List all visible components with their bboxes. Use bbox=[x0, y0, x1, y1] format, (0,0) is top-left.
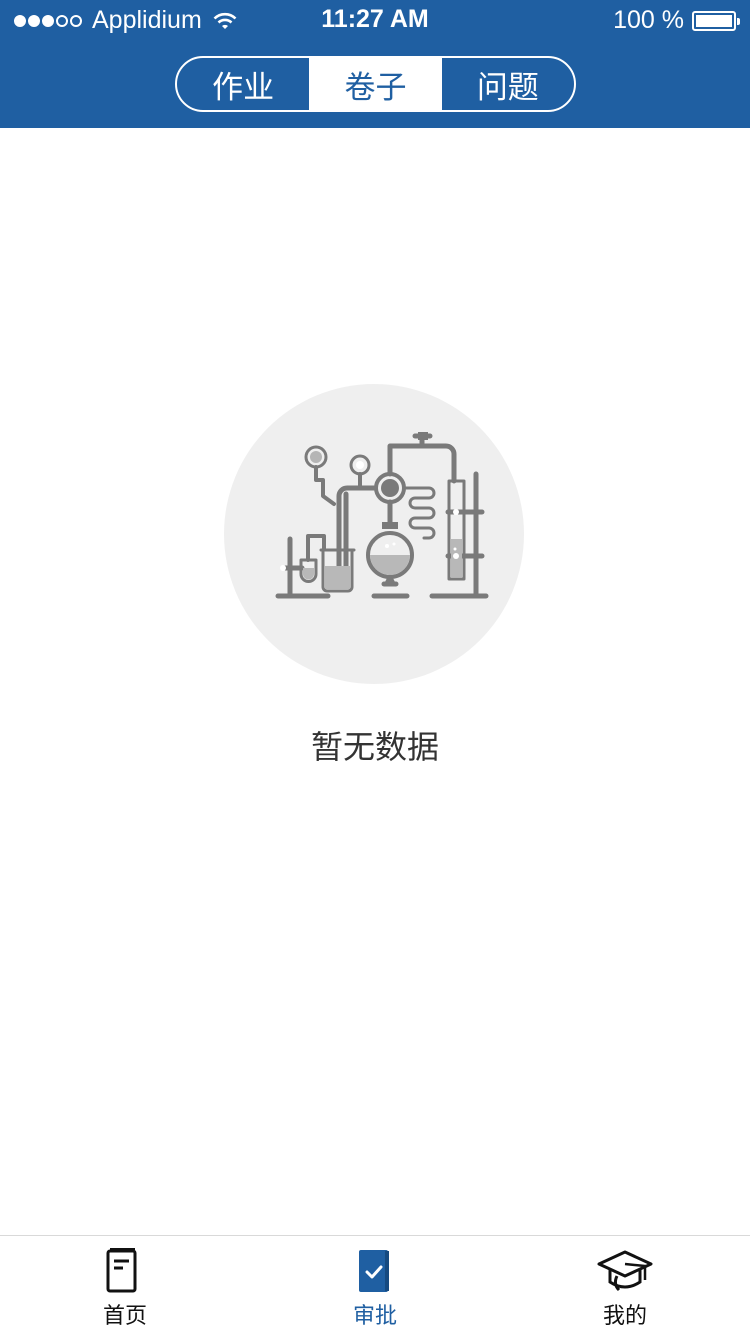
status-right: 100 % bbox=[613, 6, 740, 35]
battery-fill bbox=[696, 14, 732, 27]
lab-equipment-icon bbox=[275, 432, 489, 599]
empty-state-illustration bbox=[224, 384, 524, 684]
battery-percentage: 100 % bbox=[613, 6, 684, 34]
segment-questions[interactable]: 问题 bbox=[442, 58, 574, 110]
tab-home[interactable]: 首页 bbox=[0, 1236, 250, 1334]
tab-mine[interactable]: 我的 bbox=[500, 1236, 750, 1334]
empty-state-text: 暂无数据 bbox=[310, 728, 439, 766]
tab-label: 审批 bbox=[352, 1304, 397, 1329]
book-icon bbox=[106, 1248, 137, 1293]
status-bar: Applidium 11:27 AM 100 % bbox=[0, 0, 750, 40]
tab-approval[interactable]: 审批 bbox=[250, 1236, 500, 1334]
segment-homework[interactable]: 作业 bbox=[177, 58, 309, 110]
segment-papers[interactable]: 卷子 bbox=[309, 58, 442, 110]
segmented-control: 作业 卷子 问题 bbox=[175, 56, 576, 112]
graduation-cap-icon bbox=[597, 1250, 653, 1292]
approval-book-check-icon bbox=[359, 1250, 389, 1292]
screen: Applidium 11:27 AM 100 % 作业 卷子 问题 暂无数据 首… bbox=[0, 0, 750, 1334]
tab-label: 我的 bbox=[602, 1304, 647, 1329]
tab-label: 首页 bbox=[102, 1304, 147, 1329]
header: Applidium 11:27 AM 100 % 作业 卷子 问题 bbox=[0, 0, 750, 128]
tab-bar: 首页 审批 我的 bbox=[0, 1235, 750, 1334]
battery-icon bbox=[692, 10, 740, 31]
